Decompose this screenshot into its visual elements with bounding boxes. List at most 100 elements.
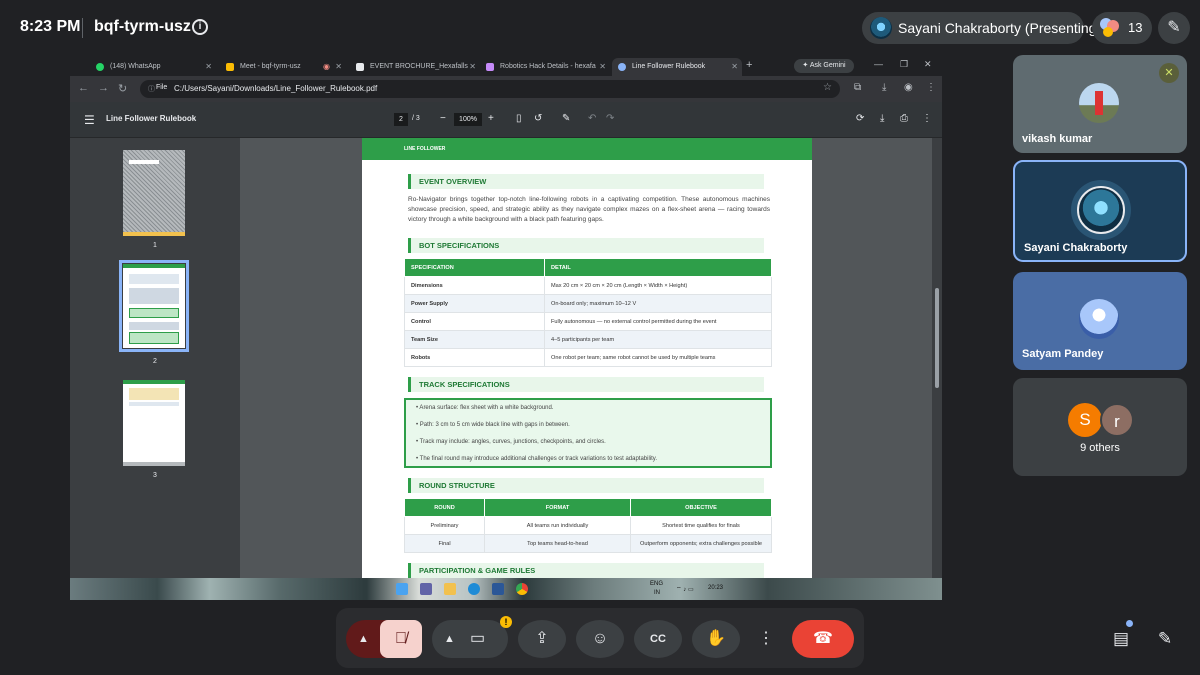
page-thumbnail[interactable] bbox=[123, 150, 185, 236]
close-icon[interactable]: ✕ bbox=[335, 58, 342, 76]
tab-line-follower[interactable]: Line Follower Rulebook ✕ bbox=[612, 58, 742, 76]
rotate-icon[interactable]: ↺ bbox=[534, 113, 542, 124]
end-call-button[interactable]: ☎ bbox=[792, 620, 854, 658]
minimize-icon[interactable]: — bbox=[874, 59, 883, 69]
participant-tile[interactable]: Satyam Pandey bbox=[1013, 272, 1187, 370]
table-header: OBJECTIVE bbox=[630, 498, 772, 517]
taskbar-clock[interactable]: 20:23 bbox=[708, 585, 723, 591]
redo-icon[interactable]: ↷ bbox=[606, 113, 614, 124]
shared-screen: (148) WhatsApp ✕ Meet - bqf-tyrm-usz ◉ ✕… bbox=[70, 56, 942, 600]
menu-dots-icon[interactable]: ⋮ bbox=[926, 82, 936, 93]
pen-icon[interactable]: ✎ bbox=[1158, 12, 1190, 44]
captions-button[interactable]: CC bbox=[634, 620, 682, 658]
participant-count: 13 bbox=[1128, 20, 1143, 35]
participant-name: Satyam Pandey bbox=[1022, 348, 1104, 360]
chat-button[interactable]: ▤ bbox=[1102, 620, 1140, 658]
whatsapp-icon bbox=[96, 63, 104, 71]
page-thumbnail[interactable] bbox=[119, 260, 189, 352]
annotate-icon[interactable]: ✎ bbox=[562, 113, 570, 124]
tab-whatsapp[interactable]: (148) WhatsApp ✕ bbox=[90, 58, 216, 76]
hamburger-icon[interactable]: ☰ bbox=[84, 113, 95, 127]
start-icon[interactable] bbox=[396, 583, 408, 595]
present-button[interactable]: ⇪ bbox=[518, 620, 566, 658]
table-cell: Control bbox=[404, 312, 545, 331]
mic-off-icon[interactable]: 🎙̸ bbox=[380, 620, 422, 658]
activities-button[interactable]: ✎ bbox=[1146, 620, 1184, 658]
table-cell: Team Size bbox=[404, 330, 545, 349]
emoji-button[interactable]: ☺ bbox=[576, 620, 624, 658]
forward-icon[interactable]: → bbox=[98, 82, 109, 94]
zoom-out-button[interactable]: − bbox=[440, 113, 446, 124]
ask-gemini-button[interactable]: ✦ Ask Gemini bbox=[794, 59, 854, 73]
reload-icon[interactable]: ↻ bbox=[118, 82, 127, 95]
mic-group[interactable]: ▲ 🎙̸ bbox=[346, 620, 422, 658]
ai-icon[interactable]: ⟳ bbox=[856, 113, 864, 124]
download-icon[interactable]: ⤓ bbox=[880, 113, 884, 124]
print-icon[interactable]: ⎙ bbox=[900, 113, 908, 124]
table-cell: Dimensions bbox=[404, 276, 545, 295]
section-heading: EVENT OVERVIEW bbox=[408, 174, 764, 189]
doc-icon bbox=[486, 63, 494, 71]
participant-name: 9 others bbox=[1080, 442, 1120, 454]
teams-icon[interactable] bbox=[420, 583, 432, 595]
close-window-icon[interactable]: ✕ bbox=[924, 59, 932, 70]
presenter-chip[interactable]: Sayani Chakraborty (Presenting) bbox=[862, 12, 1101, 44]
chevron-up-icon[interactable]: ▲ bbox=[358, 620, 369, 658]
new-tab-button[interactable]: + bbox=[746, 59, 752, 71]
bot-spec-table: SPECIFICATION DETAIL Dimensions Max 20 cm… bbox=[404, 258, 772, 367]
file-icon: ⓘ bbox=[148, 86, 155, 93]
fit-page-icon[interactable]: ▯ bbox=[516, 113, 522, 124]
edge-icon[interactable] bbox=[468, 583, 480, 595]
download-icon[interactable]: ⤓ bbox=[882, 82, 886, 93]
address-bar-row: ← → ↻ ⓘ File C:/Users/Sayani/Downloads/L… bbox=[70, 76, 942, 102]
more-options-button[interactable]: ⋮ bbox=[750, 620, 782, 658]
bookmark-star-icon[interactable]: ☆ bbox=[823, 82, 832, 93]
chevron-up-icon[interactable]: ▲ bbox=[444, 620, 455, 658]
maximize-icon[interactable]: ❐ bbox=[900, 59, 908, 70]
close-icon[interactable]: ✕ bbox=[205, 58, 212, 76]
participant-tile[interactable]: ✕ vikash kumar bbox=[1013, 55, 1187, 153]
people-button[interactable]: 13 bbox=[1092, 12, 1152, 44]
file-label: File bbox=[156, 84, 168, 91]
info-icon[interactable]: i bbox=[192, 19, 208, 35]
thumbnail-number: 2 bbox=[153, 358, 157, 365]
more-icon[interactable]: ⋮ bbox=[922, 113, 932, 124]
raise-hand-button[interactable]: ✋ bbox=[692, 620, 740, 658]
participant-tile[interactable]: Sayani Chakraborty bbox=[1013, 160, 1187, 262]
zoom-in-button[interactable]: + bbox=[488, 113, 494, 124]
chrome-icon[interactable] bbox=[516, 583, 528, 595]
more-icon: ⋮ bbox=[758, 630, 774, 647]
page-thumbnail[interactable] bbox=[123, 380, 185, 466]
tab-meet[interactable]: Meet - bqf-tyrm-usz ◉ ✕ bbox=[220, 58, 346, 76]
undo-icon[interactable]: ↶ bbox=[588, 113, 596, 124]
zoom-input[interactable]: 100% bbox=[454, 113, 482, 126]
tab-robotics-hack[interactable]: Robotics Hack Details - hexafa ✕ bbox=[480, 58, 610, 76]
url-input[interactable]: ⓘ File C:/Users/Sayani/Downloads/Line_Fo… bbox=[140, 80, 840, 98]
extensions-icon[interactable]: ⧉ bbox=[854, 82, 861, 93]
language-indicator[interactable]: ENG bbox=[650, 581, 663, 587]
close-icon[interactable]: ✕ bbox=[599, 58, 606, 76]
tab-event-brochure[interactable]: EVENT BROCHURE_Hexafalls ✕ bbox=[350, 58, 480, 76]
page-number-input[interactable]: 2 bbox=[394, 113, 408, 126]
table-cell: One robot per team; same robot cannot be… bbox=[544, 348, 772, 367]
app-icon[interactable] bbox=[492, 583, 504, 595]
wifi-icon[interactable]: ⌔ ♪ ▭ bbox=[676, 585, 694, 593]
avatar bbox=[1077, 186, 1125, 234]
meet-top-bar: 8:23 PM bqf-tyrm-usz i Sayani Chakrabort… bbox=[0, 0, 1200, 56]
list-item: • Arena surface: flex sheet with a white… bbox=[416, 405, 554, 411]
scrollbar-thumb[interactable] bbox=[935, 288, 939, 388]
section-heading: BOT SPECIFICATIONS bbox=[408, 238, 764, 253]
avatar bbox=[1079, 83, 1119, 123]
table-cell: Power Supply bbox=[404, 294, 545, 313]
folder-icon[interactable] bbox=[444, 583, 456, 595]
camera-button[interactable]: ▲ ▭ ! bbox=[432, 616, 512, 658]
tab-label: Meet - bqf-tyrm-usz bbox=[240, 63, 301, 70]
close-icon[interactable]: ✕ bbox=[469, 58, 476, 76]
track-spec-box: • Arena surface: flex sheet with a white… bbox=[404, 398, 772, 468]
close-icon[interactable]: ✕ bbox=[731, 58, 738, 76]
profile-icon[interactable]: ◉ bbox=[904, 82, 913, 93]
participant-name: vikash kumar bbox=[1022, 133, 1093, 145]
scrollbar[interactable] bbox=[932, 138, 942, 578]
table-row: Robots One robot per team; same robot can… bbox=[404, 348, 772, 367]
back-icon[interactable]: ← bbox=[78, 82, 89, 94]
